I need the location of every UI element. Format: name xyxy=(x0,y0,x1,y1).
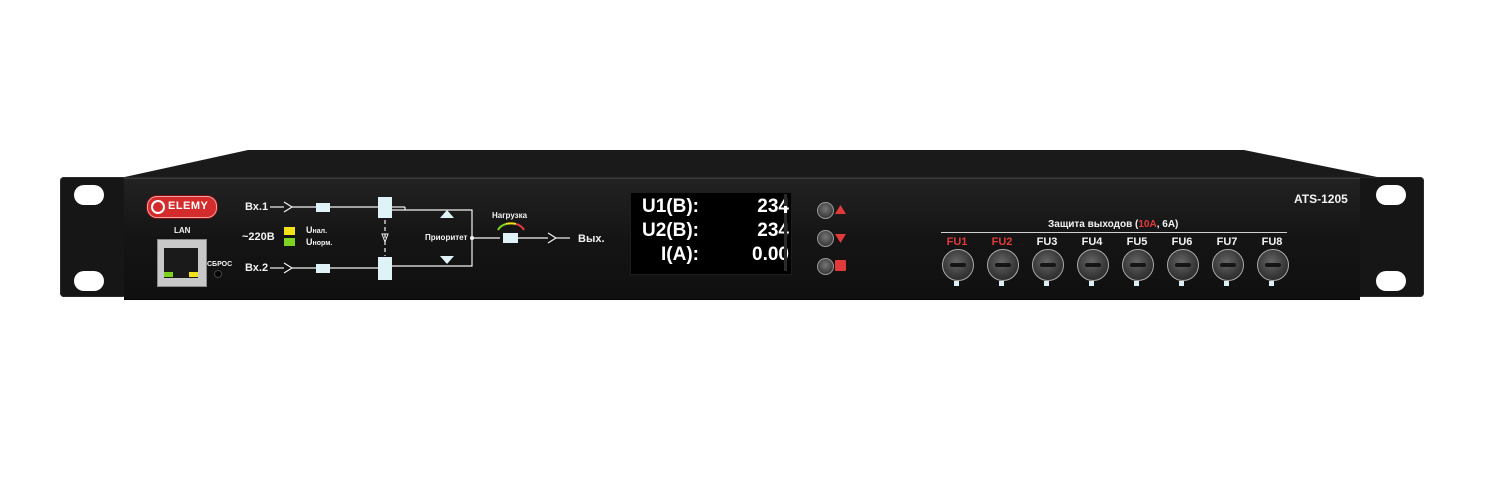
display-row-i: I(A): 0.00 xyxy=(637,244,789,268)
fuse-status-led xyxy=(1089,281,1094,286)
u2-label: U2(В): xyxy=(642,220,699,241)
fuse-title-suffix: , 6А) xyxy=(1156,219,1179,230)
current-label: I(A): xyxy=(661,244,699,265)
fuse-status-led xyxy=(1179,281,1184,286)
input-2-filter xyxy=(316,264,330,273)
fuse-holder-fu4[interactable] xyxy=(1077,249,1109,281)
fuse-slot xyxy=(950,263,966,267)
fuse-label-fu1: FU1 xyxy=(946,236,968,248)
fuse-section-title: Защита выходов (10А, 6А) xyxy=(1048,219,1178,230)
fuse-status-led xyxy=(999,281,1004,286)
nav-down-button[interactable] xyxy=(817,230,834,247)
lcd-display: U1(В): 234 U2(В): 234 I(A): 0.00 xyxy=(630,192,792,275)
fuse-label-fu7: FU7 xyxy=(1216,236,1238,248)
fuse-holder-fu8[interactable] xyxy=(1257,249,1289,281)
fuse-status-led xyxy=(1134,281,1139,286)
nav-up-button[interactable] xyxy=(817,202,834,219)
fuse-status-led xyxy=(1044,281,1049,286)
u1-label: U1(В): xyxy=(642,196,699,217)
fuse-title-red: 10А xyxy=(1138,219,1157,230)
fuse-holder-fu2[interactable] xyxy=(987,249,1019,281)
fuse-holder-fu6[interactable] xyxy=(1167,249,1199,281)
fuse-slot xyxy=(1130,263,1146,267)
fuse-title-prefix: Защита выходов ( xyxy=(1048,219,1139,230)
fuse-slot xyxy=(1220,263,1236,267)
fuse-slot xyxy=(1175,263,1191,267)
fuse-holder-fu1[interactable] xyxy=(942,249,974,281)
fuse-label-fu8: FU8 xyxy=(1261,236,1283,248)
fuse-label-fu5: FU5 xyxy=(1126,236,1148,248)
display-scrollbar xyxy=(784,194,787,271)
model-label: ATS-1205 xyxy=(1294,192,1348,206)
fuse-section-divider xyxy=(941,232,1287,233)
display-row-u1: U1(В): 234 xyxy=(637,196,789,220)
relay-1 xyxy=(378,197,392,218)
load-block xyxy=(503,233,518,243)
fuse-slot xyxy=(995,263,1011,267)
relay-2 xyxy=(378,257,392,280)
nav-stop-button[interactable] xyxy=(817,258,834,275)
display-row-u2: U2(В): 234 xyxy=(637,220,789,244)
fuse-status-led xyxy=(1224,281,1229,286)
triangle-up-icon xyxy=(835,205,846,214)
load-label: Нагрузка xyxy=(492,211,528,220)
priority-up-arrow xyxy=(440,210,454,218)
fuse-label-fu4: FU4 xyxy=(1081,236,1103,248)
square-icon xyxy=(835,260,846,271)
fuse-holder-fu7[interactable] xyxy=(1212,249,1244,281)
fuse-status-led xyxy=(1269,281,1274,286)
fuse-label-fu6: FU6 xyxy=(1171,236,1193,248)
output-label: Вых. xyxy=(578,233,605,245)
display-scroll-thumb xyxy=(784,206,787,213)
fuse-label-fu2: FU2 xyxy=(991,236,1013,248)
fuse-label-fu3: FU3 xyxy=(1036,236,1058,248)
priority-label: Приоритет xyxy=(425,233,468,242)
fuse-holder-fu3[interactable] xyxy=(1032,249,1064,281)
input-1-filter xyxy=(316,203,330,212)
triangle-down-icon xyxy=(835,234,846,243)
priority-down-arrow xyxy=(440,256,454,264)
fuse-slot xyxy=(1040,263,1056,267)
fuse-slot xyxy=(1085,263,1101,267)
fuse-slot xyxy=(1265,263,1281,267)
fuse-status-led xyxy=(954,281,959,286)
fuse-holder-fu5[interactable] xyxy=(1122,249,1154,281)
